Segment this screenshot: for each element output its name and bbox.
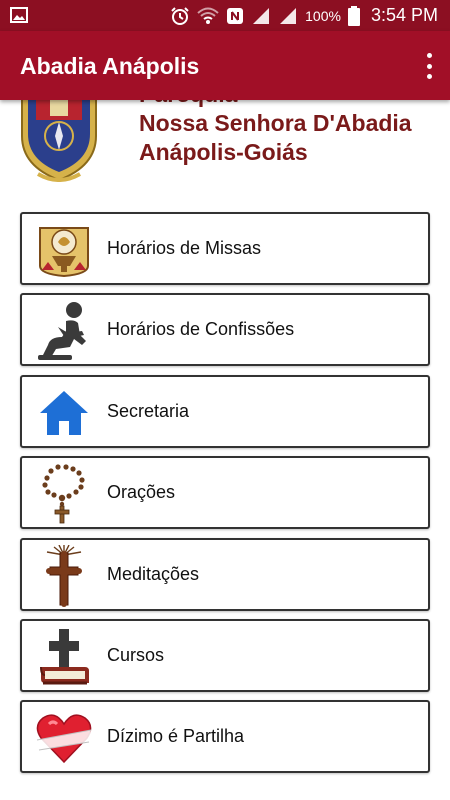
menu-item-secretaria[interactable]: Secretaria	[20, 374, 430, 448]
wifi-icon	[197, 7, 219, 24]
cross-radiant-icon	[34, 544, 94, 607]
alarm-icon	[171, 6, 189, 25]
main-menu: Horários de Missas Horários de Confissõe…	[20, 212, 430, 782]
parish-crest-logo	[21, 100, 97, 182]
bible-cross-icon	[34, 627, 94, 687]
home-icon	[34, 383, 94, 443]
battery-percent: 100%	[305, 7, 341, 24]
dot-icon	[426, 74, 432, 79]
kneeling-person-icon	[34, 301, 94, 361]
dot-icon	[426, 63, 432, 69]
dot-icon	[426, 53, 432, 58]
menu-item-oracoes[interactable]: Orações	[20, 456, 430, 530]
menu-item-label: Horários de Missas	[107, 238, 262, 258]
gallery-icon	[10, 7, 28, 23]
menu-item-label: Meditações	[107, 563, 200, 584]
menu-item-horarios-confissoes[interactable]: Horários de Confissões	[20, 293, 430, 367]
rosary-icon	[34, 464, 94, 524]
app-title: Abadia Anápolis	[20, 53, 200, 79]
nfc-icon	[227, 7, 244, 24]
menu-item-label: Horários de Confissões	[107, 319, 295, 340]
menu-item-label: Orações	[107, 482, 176, 503]
clock: 3:54 PM	[370, 5, 438, 25]
status-bar: 100% 3:54 PM	[0, 0, 450, 31]
menu-item-horarios-missas[interactable]: Horários de Missas	[20, 212, 430, 285]
menu-item-label: Dízimo é Partilha	[107, 726, 245, 747]
parish-line-3: Anápolis-Goiás	[139, 139, 308, 165]
menu-item-label: Secretaria	[107, 400, 190, 421]
menu-item-meditacoes[interactable]: Meditações	[20, 537, 430, 611]
heart-icon	[34, 708, 94, 768]
overflow-menu-button[interactable]	[422, 53, 436, 79]
parish-line-2: Nossa Senhora D'Abadia	[139, 110, 412, 136]
signal-icon-2	[280, 7, 297, 24]
battery-icon	[347, 5, 360, 26]
app-bar: Abadia Anápolis	[0, 31, 450, 100]
signal-icon	[253, 7, 270, 24]
parish-header: Paróquia Nossa Senhora D'Abadia Anápolis…	[0, 100, 450, 190]
chalice-icon	[34, 220, 94, 280]
parish-name: Paróquia Nossa Senhora D'Abadia Anápolis…	[139, 100, 412, 167]
parish-line-1: Paróquia	[139, 100, 412, 109]
menu-item-cursos[interactable]: Cursos	[20, 618, 430, 692]
menu-item-label: Cursos	[107, 644, 165, 665]
menu-item-dizimo[interactable]: Dízimo é Partilha	[20, 700, 430, 774]
